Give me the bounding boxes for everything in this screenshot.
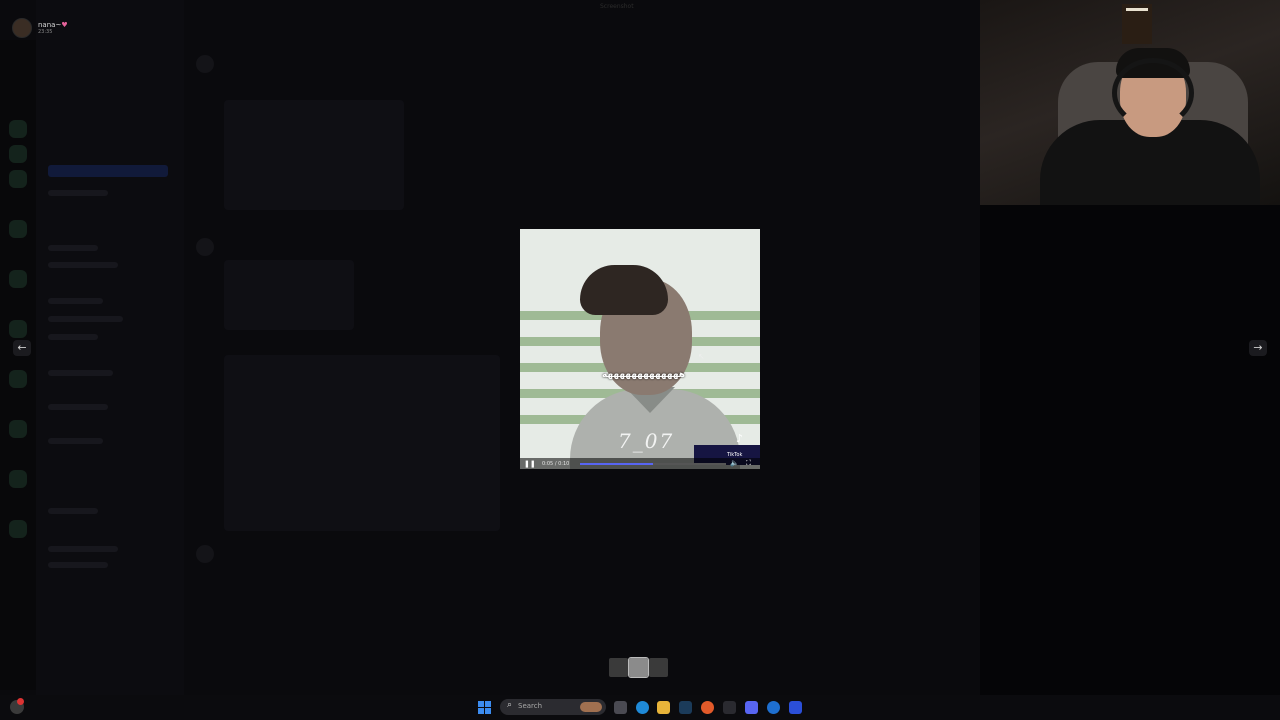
user-header: nana~♥ 23:35 [12,18,68,38]
user-status-time: 23:35 [38,29,53,35]
server-icon[interactable] [9,120,27,138]
app-icon[interactable] [723,701,736,714]
video-controls: ❚❚ 0:05 / 0:10 🔈 ⛶ [520,458,760,469]
server-icon[interactable] [9,520,27,538]
media-viewer[interactable]: هههههههههههههه 7_07 ♪ TikTok ❚❚ 0:05 / 0… [520,229,760,469]
message-attachment[interactable] [224,355,500,531]
task-view-icon[interactable] [614,701,627,714]
server-icon[interactable] [9,270,27,288]
thumbnail[interactable] [609,658,628,677]
window-title: Screenshot [600,3,634,10]
volume-icon[interactable]: 🔈 [730,459,739,467]
video-subject-hair [580,265,668,315]
channel-item[interactable] [48,316,123,322]
server-icon[interactable] [9,420,27,438]
channel-banner-button[interactable] [48,165,168,177]
channel-item[interactable] [48,190,108,196]
firefox-icon[interactable] [701,701,714,714]
server-icon[interactable] [9,470,27,488]
windows-start-icon[interactable] [478,701,491,714]
notification-badge [17,698,24,705]
pause-icon[interactable]: ❚❚ [524,460,536,468]
channel-list [36,0,184,695]
channel-item[interactable] [48,404,108,410]
video-progress-track[interactable] [580,463,726,465]
channel-item[interactable] [48,508,98,514]
message-embed [224,260,354,330]
edge-icon[interactable] [636,701,649,714]
prev-arrow-icon[interactable]: ← [13,340,31,356]
app-icon[interactable] [767,701,780,714]
fullscreen-icon[interactable]: ⛶ [746,459,751,468]
thumbnail-strip [609,657,668,678]
taskbar-search[interactable]: ⌕ Search [500,699,606,715]
thumbnail-active[interactable] [628,657,649,678]
user-name-text: nana~ [38,21,62,29]
server-icon[interactable] [9,320,27,338]
search-icon: ⌕ [507,700,513,710]
search-placeholder: Search [518,702,543,710]
discord-icon[interactable] [745,701,758,714]
taskbar: ⌕ Search [0,695,1280,720]
channel-item[interactable] [48,438,103,444]
search-highlight-image [580,702,602,712]
video-date-overlay: 7_07 [618,429,675,453]
heart-icon: ♥ [61,21,68,29]
channel-item[interactable] [48,262,118,268]
user-name: nana~♥ [38,21,68,29]
user-avatar[interactable] [12,18,32,38]
channel-item[interactable] [48,334,98,340]
message-avatar[interactable] [196,55,214,73]
lamp [1126,8,1148,11]
channel-item[interactable] [48,562,108,568]
server-rail [0,40,36,690]
message-embed [224,100,404,210]
thumbnail[interactable] [649,658,668,677]
app-icon[interactable] [789,701,802,714]
next-arrow-icon[interactable]: → [1249,340,1267,356]
background-app: nana~♥ 23:35 Screenshot [0,0,980,695]
tiktok-icon: ♪ [736,432,744,445]
server-icon[interactable] [9,220,27,238]
channel-item[interactable] [48,298,103,304]
webcam-overlay [980,0,1280,205]
channel-item[interactable] [48,546,118,552]
video-caption: هههههههههههههه [602,370,686,380]
message-avatar[interactable] [196,238,214,256]
server-icon[interactable] [9,145,27,163]
video-time: 0:05 / 0:10 [542,461,570,467]
file-explorer-icon[interactable] [657,701,670,714]
mouse-cursor-icon: ↖ [698,352,705,361]
message-avatar[interactable] [196,545,214,563]
video-progress-fill [580,463,653,465]
server-icon[interactable] [9,370,27,388]
channel-item[interactable] [48,245,98,251]
steam-icon[interactable] [679,701,692,714]
server-icon[interactable] [9,170,27,188]
channel-item[interactable] [48,370,113,376]
headphones-icon [1112,58,1194,128]
